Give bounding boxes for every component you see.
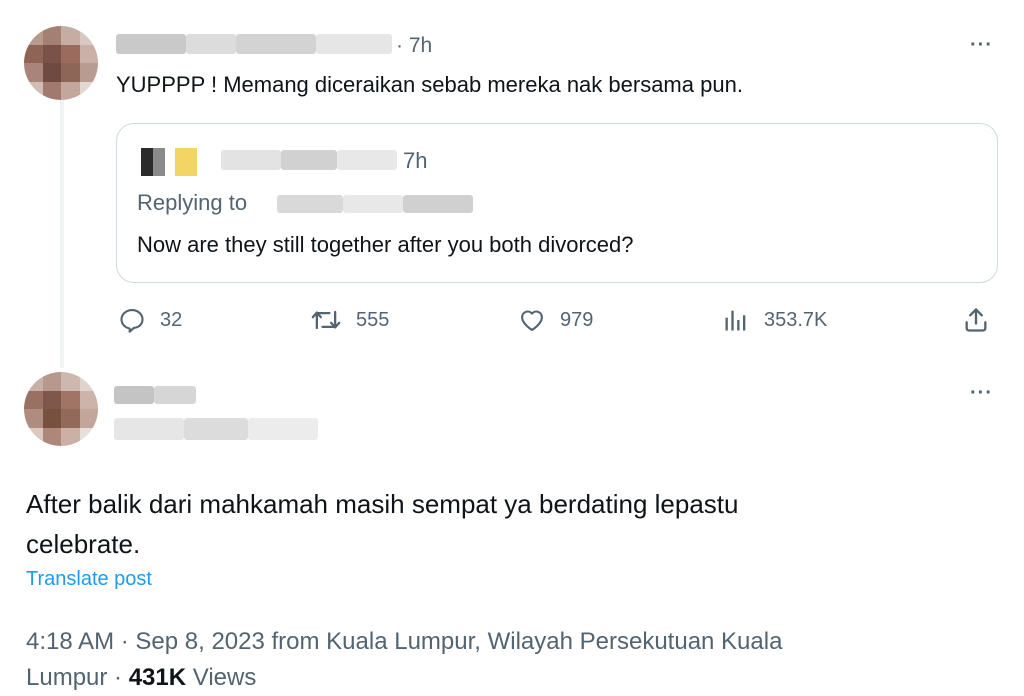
avatar[interactable]	[24, 26, 98, 100]
share-button[interactable]	[962, 306, 990, 334]
quoted-avatar	[141, 148, 197, 176]
post-text: After balik dari mahkamah masih sempat y…	[26, 484, 738, 564]
post-location-end: Lumpur ·	[26, 664, 129, 691]
post-location-views: Lumpur · 431K Views	[26, 660, 782, 696]
reply-count: 32	[160, 308, 183, 331]
repost-count: 555	[356, 308, 390, 331]
avatar[interactable]	[24, 372, 98, 446]
tweet-time[interactable]: · 7h	[396, 34, 432, 58]
handle-redacted[interactable]	[114, 418, 318, 440]
post-metadata: 4:18 AM · Sep 8, 2023 from Kuala Lumpur,…	[26, 624, 782, 696]
post-text-line: celebrate.	[26, 529, 141, 559]
views-label: Views	[186, 664, 257, 691]
reply-button[interactable]: 32	[118, 306, 182, 334]
quoted-username-redacted	[221, 150, 397, 172]
replying-to-handle-redacted[interactable]	[277, 195, 473, 213]
username-redacted[interactable]	[116, 34, 392, 56]
quoted-text: Now are they still together after you bo…	[137, 232, 634, 257]
views-icon	[725, 310, 746, 331]
display-name-redacted[interactable]	[114, 386, 196, 404]
repost-button[interactable]: 555	[310, 306, 389, 334]
like-icon	[521, 310, 543, 331]
quoted-time: 7h	[403, 148, 428, 173]
like-count: 979	[560, 308, 594, 331]
more-icon[interactable]: ···	[970, 382, 993, 405]
reply-icon	[120, 309, 144, 333]
views-count-bold[interactable]: 431K	[129, 664, 186, 691]
thread-line	[60, 100, 64, 368]
repost-icon	[311, 310, 341, 330]
post-timestamp-location[interactable]: 4:18 AM · Sep 8, 2023 from Kuala Lumpur,…	[26, 624, 782, 660]
quoted-post-card[interactable]: 7h Replying to Now are they still togeth…	[116, 123, 998, 283]
like-button[interactable]: 979	[518, 306, 593, 334]
replying-to-label: Replying to	[137, 190, 248, 215]
post-text-line: After balik dari mahkamah masih sempat y…	[26, 489, 739, 519]
translate-post-link[interactable]: Translate post	[26, 568, 152, 591]
views-button[interactable]: 353.7K	[722, 306, 827, 334]
views-count: 353.7K	[764, 308, 828, 331]
tweet-text: YUPPPP ! Memang diceraikan sebab mereka …	[116, 72, 743, 97]
share-icon	[965, 308, 987, 332]
more-icon[interactable]: ···	[970, 34, 993, 57]
